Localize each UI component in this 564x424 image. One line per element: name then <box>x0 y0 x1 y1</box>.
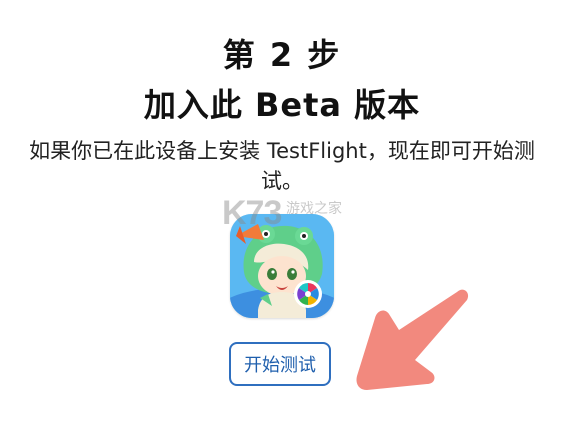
testflight-join-page: 第 2 步 加入此 Beta 版本 如果你已在此设备上安装 TestFlight… <box>0 0 564 424</box>
step-title: 第 2 步 <box>222 36 342 74</box>
pointing-arrow-icon <box>356 289 469 390</box>
start-testing-button[interactable]: 开始测试 <box>229 342 331 386</box>
site-watermark: K73 游戏之家 <box>222 194 362 238</box>
instructions-line-2: 试。 <box>261 169 303 193</box>
watermark-text: 游戏之家 <box>286 201 342 217</box>
watermark-logo: K73 <box>222 194 282 232</box>
install-instructions: 如果你已在此设备上安装 TestFlight，现在即可开始测 试。 <box>20 136 544 196</box>
join-beta-title: 加入此 Beta 版本 <box>143 86 421 124</box>
instructions-line-1: 如果你已在此设备上安装 TestFlight，现在即可开始测 <box>29 139 535 163</box>
